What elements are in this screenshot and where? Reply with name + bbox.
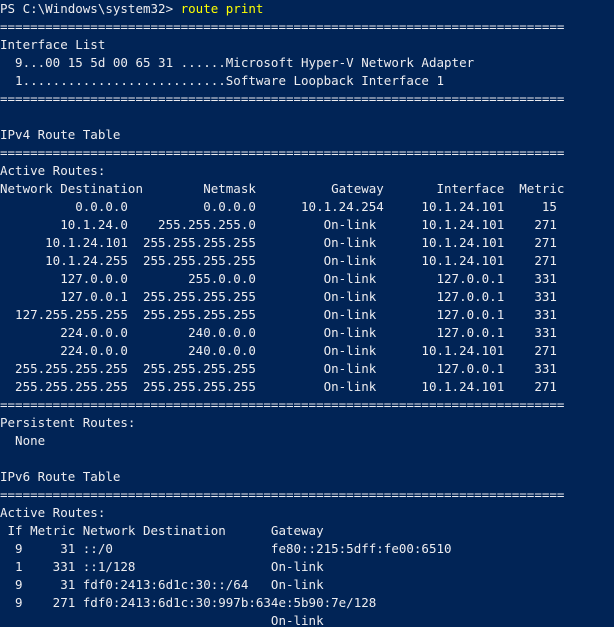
console-line: On-link bbox=[0, 613, 324, 627]
console-line: 9 31 fdf0:2413:6d1c:30::/64 On-link bbox=[0, 577, 324, 592]
console-line: 1...........................Software Loo… bbox=[0, 73, 445, 88]
console-line: ========================================… bbox=[0, 91, 565, 106]
console-line: 1 331 ::1/128 On-link bbox=[0, 559, 324, 574]
console-line: If Metric Network Destination Gateway bbox=[0, 523, 324, 538]
console-line: Persistent Routes: bbox=[0, 415, 136, 430]
console-line: Active Routes: bbox=[0, 505, 106, 520]
powershell-console[interactable]: PS C:\Windows\system32> route print ====… bbox=[0, 0, 614, 627]
console-line: 9 31 ::/0 fe80::215:5dff:fe00:6510 bbox=[0, 541, 452, 556]
console-line: 255.255.255.255 255.255.255.255 On-link … bbox=[0, 361, 557, 376]
prompt-path: PS C:\Windows\system32> bbox=[0, 1, 181, 16]
console-line: 10.1.24.101 255.255.255.255 On-link 10.1… bbox=[0, 235, 557, 250]
console-line: Active Routes: bbox=[0, 163, 106, 178]
console-line: 255.255.255.255 255.255.255.255 On-link … bbox=[0, 379, 557, 394]
console-line: 10.1.24.255 255.255.255.255 On-link 10.1… bbox=[0, 253, 557, 268]
console-line: ========================================… bbox=[0, 487, 565, 502]
console-line: 127.0.0.0 255.0.0.0 On-link 127.0.0.1 33… bbox=[0, 271, 557, 286]
console-line: 10.1.24.0 255.255.255.0 On-link 10.1.24.… bbox=[0, 217, 557, 232]
console-line: IPv6 Route Table bbox=[0, 469, 121, 484]
console-line: 9 271 fdf0:2413:6d1c:30:997b:634e:5b90:7… bbox=[0, 595, 377, 610]
console-line: Network Destination Netmask Gateway Inte… bbox=[0, 181, 565, 196]
console-line: IPv4 Route Table bbox=[0, 127, 121, 142]
console-line: ========================================… bbox=[0, 397, 565, 412]
console-line: 9...00 15 5d 00 65 31 ......Microsoft Hy… bbox=[0, 55, 475, 70]
console-line: ========================================… bbox=[0, 145, 565, 160]
console-line: 127.255.255.255 255.255.255.255 On-link … bbox=[0, 307, 557, 322]
console-line: 127.0.0.1 255.255.255.255 On-link 127.0.… bbox=[0, 289, 557, 304]
command-text: route print bbox=[180, 1, 264, 16]
console-line: 224.0.0.0 240.0.0.0 On-link 10.1.24.101 … bbox=[0, 343, 557, 358]
console-line: ========================================… bbox=[0, 19, 565, 34]
console-line: 224.0.0.0 240.0.0.0 On-link 127.0.0.1 33… bbox=[0, 325, 557, 340]
console-line: 0.0.0.0 0.0.0.0 10.1.24.254 10.1.24.101 … bbox=[0, 199, 557, 214]
prompt-line: PS C:\Windows\system32> route print bbox=[0, 0, 263, 18]
console-line: Interface List bbox=[0, 37, 106, 52]
console-line: None bbox=[0, 433, 46, 448]
